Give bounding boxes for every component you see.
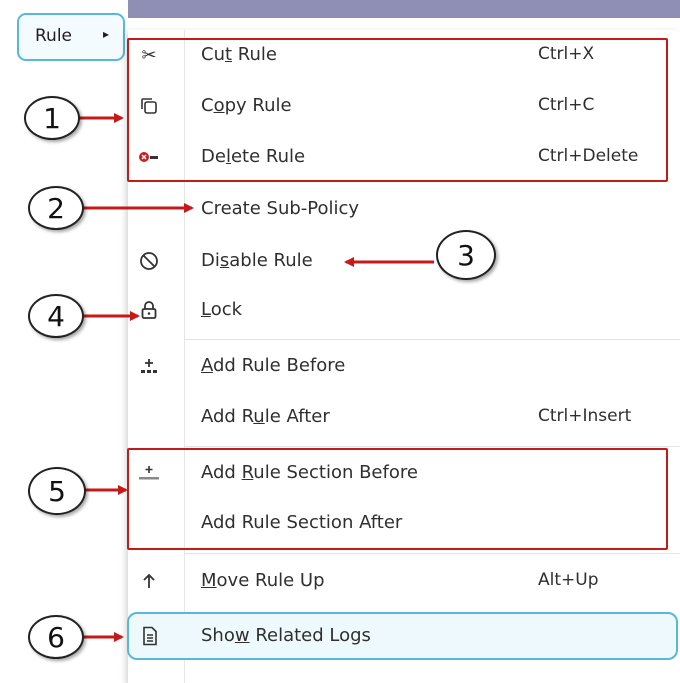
annotation-arrows [78, 113, 434, 642]
callout-1: 1 [24, 96, 80, 140]
callout-5: 5 [28, 467, 86, 515]
callout-4: 4 [28, 294, 84, 338]
callout-6: 6 [28, 615, 84, 659]
callout-2: 2 [28, 186, 84, 230]
callout-3: 3 [436, 230, 496, 280]
